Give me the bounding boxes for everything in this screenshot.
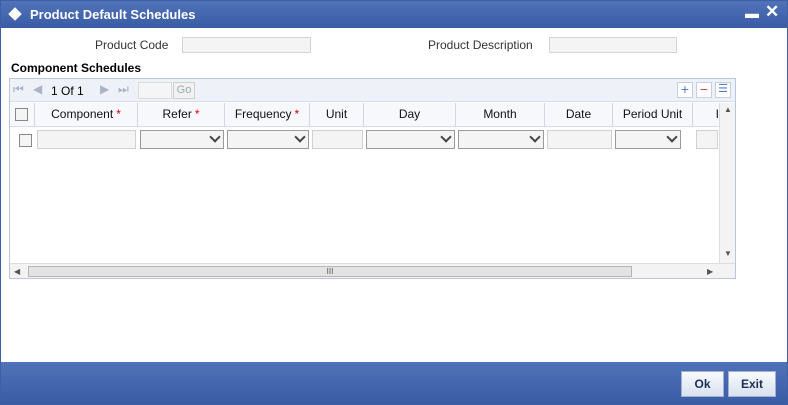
component-input[interactable]: [37, 130, 136, 149]
close-button[interactable]: ✕: [765, 2, 779, 22]
partial-column-input[interactable]: [696, 130, 718, 149]
component-schedules-grid: ⏮ ◀ 1 Of 1 ▶ ⏭ Go + − ☰ Component * Refer…: [9, 78, 736, 279]
ok-button[interactable]: Ok: [681, 371, 724, 397]
grid-header-row: Component * Refer * Frequency * Unit Day Mo…: [10, 103, 719, 127]
column-header-month[interactable]: Month: [456, 103, 545, 127]
window-diamond-icon: [8, 7, 22, 21]
window-title: Product Default Schedules: [30, 7, 196, 22]
chevron-down-icon: [440, 131, 452, 143]
chevron-down-icon: [666, 131, 678, 143]
month-select[interactable]: [458, 130, 544, 149]
chevron-down-icon: [294, 131, 306, 143]
delete-row-button[interactable]: −: [696, 82, 712, 98]
product-default-schedules-window: Product Default Schedules ▬ ✕ Product Co…: [0, 0, 788, 405]
footer-bar: Ok Exit: [1, 362, 787, 404]
column-header-period-unit[interactable]: Period Unit: [613, 103, 693, 127]
scroll-down-icon[interactable]: ▼: [724, 249, 732, 258]
period-unit-select[interactable]: [615, 130, 681, 149]
horizontal-scrollbar[interactable]: ◀ III ▶: [10, 263, 735, 278]
add-row-button[interactable]: +: [677, 82, 693, 98]
page-number-input[interactable]: [138, 82, 172, 99]
prev-page-icon[interactable]: ◀: [33, 82, 42, 96]
column-header-refer[interactable]: Refer *: [138, 103, 225, 127]
product-description-label: Product Description: [428, 38, 533, 52]
column-header-partial[interactable]: I: [693, 103, 719, 127]
next-page-icon[interactable]: ▶: [100, 82, 109, 96]
vertical-scrollbar[interactable]: ▲ ▼: [719, 103, 735, 263]
minimize-button[interactable]: ▬: [745, 5, 759, 21]
column-header-component[interactable]: Component *: [35, 103, 138, 127]
row-select-checkbox[interactable]: [19, 134, 32, 147]
frequency-select[interactable]: [227, 130, 309, 149]
column-header-unit[interactable]: Unit: [310, 103, 364, 127]
last-page-icon[interactable]: ⏭: [118, 82, 129, 97]
product-code-label: Product Code: [95, 38, 169, 52]
scroll-up-icon[interactable]: ▲: [724, 105, 732, 114]
date-input[interactable]: [547, 130, 612, 149]
go-button[interactable]: Go: [173, 82, 195, 99]
unit-input[interactable]: [312, 130, 363, 149]
column-header-date[interactable]: Date: [545, 103, 613, 127]
scroll-left-icon[interactable]: ◀: [14, 267, 20, 276]
product-code-field[interactable]: [182, 37, 311, 53]
select-all-checkbox[interactable]: [15, 108, 28, 121]
chevron-down-icon: [209, 131, 221, 143]
title-bar: Product Default Schedules ▬ ✕: [1, 1, 787, 28]
column-header-day[interactable]: Day: [364, 103, 456, 127]
chevron-down-icon: [529, 131, 541, 143]
column-header-frequency[interactable]: Frequency *: [225, 103, 310, 127]
select-all-header: [10, 103, 35, 127]
first-page-icon[interactable]: ⏮: [13, 82, 24, 97]
exit-button[interactable]: Exit: [728, 371, 776, 397]
product-description-field[interactable]: [549, 37, 677, 53]
single-view-button[interactable]: ☰: [715, 82, 731, 98]
refer-select[interactable]: [140, 130, 224, 149]
horizontal-scroll-thumb[interactable]: III: [28, 266, 632, 277]
component-schedules-title: Component Schedules: [11, 61, 142, 75]
day-select[interactable]: [366, 130, 455, 149]
grid-toolbar: ⏮ ◀ 1 Of 1 ▶ ⏭ Go + − ☰: [10, 79, 735, 102]
page-info: 1 Of 1: [51, 84, 84, 98]
scroll-right-icon[interactable]: ▶: [707, 267, 713, 276]
